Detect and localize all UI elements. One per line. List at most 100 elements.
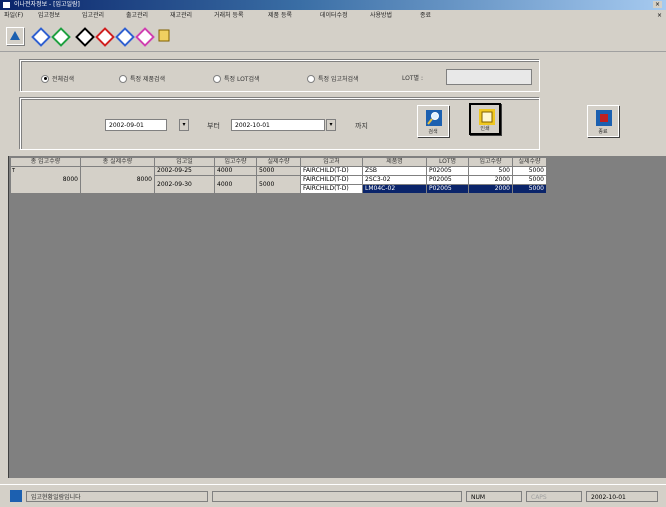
header-in-date[interactable]: 입고일: [154, 157, 215, 167]
header-product[interactable]: 제품명: [362, 157, 427, 167]
status-message: 입고현황일람입니다: [26, 491, 208, 502]
folder-icon[interactable]: [158, 28, 170, 42]
status-pane-empty: [212, 491, 462, 502]
supplier-cell[interactable]: FAIRCHILD(T-D): [300, 184, 363, 194]
in-date-cell[interactable]: 2002-09-25: [154, 166, 215, 176]
header-lot[interactable]: LOT명: [426, 157, 469, 167]
table-row[interactable]: T 8000 8000 2002-09-25 4000 5000 FAIRCHI…: [10, 166, 547, 194]
lot-cell[interactable]: P02005: [426, 184, 469, 194]
status-date: 2002-10-01: [586, 491, 658, 502]
header-real-qty[interactable]: 실제수량: [256, 157, 301, 167]
toolbar: [0, 21, 666, 52]
from-date-field[interactable]: 2002-09-01: [105, 119, 167, 131]
radio-lot[interactable]: 특정 LOT검색: [213, 74, 260, 83]
real-qty-cell[interactable]: 5000: [256, 175, 301, 194]
lot-input[interactable]: [446, 69, 532, 85]
lot-real-qty-cell[interactable]: 5000: [512, 184, 547, 194]
supplier-cell[interactable]: FAIRCHILD(T-D): [300, 166, 363, 176]
status-app-icon: [10, 490, 22, 502]
header-supplier[interactable]: 입고처: [300, 157, 363, 167]
in-qty-cell[interactable]: 4000: [214, 166, 257, 176]
exit-icon: [596, 110, 612, 126]
radio-all-label: 전체검색: [52, 76, 75, 83]
radio-supplier-dot[interactable]: [307, 74, 315, 83]
menu-item-client-register[interactable]: 거래처 등록: [214, 10, 244, 21]
window-title: 이나전자정보 - [입고일람]: [14, 1, 80, 8]
grid-area[interactable]: [8, 156, 666, 478]
in-date-cell[interactable]: 2002-09-30: [154, 175, 215, 194]
to-suffix-label: 까지: [355, 122, 368, 130]
menu-item-out-manage[interactable]: 출고관리: [126, 10, 148, 21]
in-qty-cell[interactable]: 4000: [214, 175, 257, 194]
app-icon[interactable]: [6, 27, 24, 45]
menu-bar: 파일(F) 입고정보 입고관리 출고관리 재고관리 거래처 등록 제품 등록 데…: [0, 10, 666, 21]
search-button-label: 검색: [428, 129, 438, 135]
radio-lot-dot[interactable]: [213, 74, 221, 83]
menu-item-in-manage[interactable]: 입고관리: [82, 10, 104, 21]
header-total-real[interactable]: 총 실제수량: [80, 157, 155, 167]
radio-lot-label: 특정 LOT검색: [224, 76, 260, 83]
lot-cell[interactable]: P02005: [426, 166, 469, 176]
radio-product-dot[interactable]: [119, 74, 127, 83]
menu-item-stock-manage[interactable]: 재고관리: [170, 10, 192, 21]
print-button-label: 인쇄: [480, 126, 490, 132]
lot-real-qty-cell[interactable]: 5000: [512, 166, 547, 176]
search-type-panel: 전체검색 특정 제품검색 특정 LOT검색 특정 입고처검색 LOT별 :: [20, 60, 540, 92]
group-marker: T: [12, 168, 16, 174]
app-icon[interactable]: [3, 2, 10, 8]
print-button[interactable]: 인쇄: [469, 103, 501, 135]
menu-item-exit[interactable]: 종료: [420, 10, 431, 21]
radio-all[interactable]: 전체검색: [41, 74, 74, 83]
from-suffix-label: 부터: [207, 122, 220, 130]
total-in-cell[interactable]: T 8000: [10, 166, 81, 194]
lot-in-qty-cell[interactable]: 500: [468, 166, 513, 176]
radio-product-label: 특정 제품검색: [130, 76, 166, 83]
status-caps: CAPS: [526, 491, 582, 502]
blue-diamond-icon[interactable]: [115, 27, 135, 47]
green-diamond-icon[interactable]: [51, 27, 71, 47]
menu-item-data-edit[interactable]: 데이터수정: [320, 10, 348, 21]
mdi-close-icon[interactable]: ×: [657, 10, 662, 21]
status-num: NUM: [466, 491, 522, 502]
status-bar: 입고현황일람입니다 NUM CAPS 2002-10-01: [0, 484, 666, 507]
header-lot-real-qty[interactable]: 실제수량: [512, 157, 547, 167]
radio-all-dot[interactable]: [41, 74, 49, 83]
period-panel: 2002-09-01 ▾ 부터 2002-10-01 ▾ 까지 검색 인쇄 종료: [20, 98, 619, 150]
search-button[interactable]: 검색: [417, 105, 449, 137]
radio-supplier-label: 특정 입고처검색: [318, 76, 359, 83]
to-date-field[interactable]: 2002-10-01: [231, 119, 325, 131]
menu-item-howto[interactable]: 사용방법: [370, 10, 392, 21]
lot-in-qty-cell[interactable]: 2000: [468, 175, 513, 185]
exit-button[interactable]: 종료: [587, 105, 619, 137]
black-diamond-icon[interactable]: [75, 27, 95, 47]
radio-product[interactable]: 특정 제품검색: [119, 74, 165, 83]
radio-supplier[interactable]: 특정 입고처검색: [307, 74, 359, 83]
menu-item-file[interactable]: 파일(F): [4, 10, 23, 21]
product-cell[interactable]: 2SC3-02: [362, 175, 427, 185]
blue-diamond-icon[interactable]: [31, 27, 51, 47]
total-real-cell[interactable]: 8000: [80, 166, 155, 194]
to-date-dropdown[interactable]: ▾: [326, 119, 336, 131]
real-qty-cell[interactable]: 5000: [256, 166, 301, 176]
lot-cell[interactable]: P02005: [426, 175, 469, 185]
lot-real-qty-cell[interactable]: 5000: [512, 175, 547, 185]
inbound-grid[interactable]: 총 입고수량 총 실제수량 입고일 입고수량 실제수량 입고처 제품명 LOT명…: [10, 157, 547, 194]
header-in-qty[interactable]: 입고수량: [214, 157, 257, 167]
from-date-dropdown[interactable]: ▾: [179, 119, 189, 131]
pink-diamond-icon[interactable]: [135, 27, 155, 47]
header-total-in[interactable]: 총 입고수량: [10, 157, 81, 167]
lot-label: LOT별 :: [402, 75, 423, 82]
supplier-cell[interactable]: FAIRCHILD(T-D): [300, 175, 363, 185]
product-cell[interactable]: LM04C-02: [362, 184, 427, 194]
menu-item-in-info[interactable]: 입고정보: [38, 10, 60, 21]
window-titlebar[interactable]: 이나전자정보 - [입고일람] ×: [0, 0, 666, 10]
product-cell[interactable]: ZSB: [362, 166, 427, 176]
red-diamond-icon[interactable]: [95, 27, 115, 47]
lot-in-qty-cell[interactable]: 2000: [468, 184, 513, 194]
header-lot-in-qty[interactable]: 입고수량: [468, 157, 513, 167]
close-icon[interactable]: ×: [653, 1, 662, 8]
printer-icon: [479, 109, 495, 125]
magnifier-icon: [426, 110, 442, 126]
exit-button-label: 종료: [598, 129, 608, 135]
menu-item-product-register[interactable]: 제품 등록: [268, 10, 292, 21]
